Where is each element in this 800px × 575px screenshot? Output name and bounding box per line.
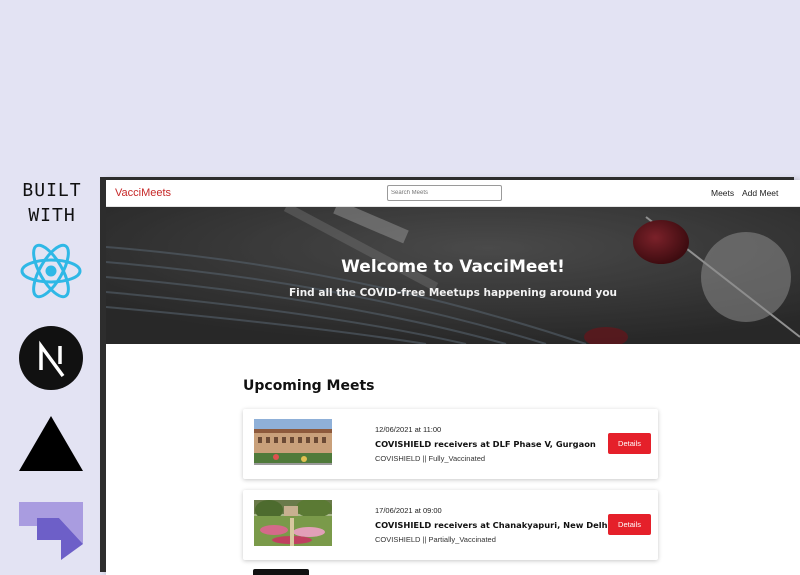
vercel-logo-icon: [19, 416, 83, 471]
hero-subtitle: Find all the COVID-free Meetups happenin…: [288, 287, 618, 299]
nav-link-add-meet[interactable]: Add Meet: [742, 188, 778, 198]
details-button[interactable]: Details: [608, 514, 651, 535]
hero-title: Welcome to VacciMeet!: [341, 257, 565, 277]
meet-tags: COVISHIELD || Partially_Vaccinated: [375, 535, 496, 544]
app-window: VacciMeets Meets Add Meet: [106, 180, 800, 575]
meet-datetime: 17/06/2021 at 09:00: [375, 506, 442, 515]
nextjs-logo-icon: [19, 326, 83, 390]
meet-datetime: 12/06/2021 at 11:00: [375, 425, 442, 434]
brand-link[interactable]: VacciMeets: [115, 187, 171, 199]
meet-title: COVISHIELD receivers at DLF Phase V, Gur…: [375, 439, 596, 449]
built-with-line-2: WITH: [28, 205, 76, 226]
meet-card: 12/06/2021 at 11:00 COVISHIELD receivers…: [243, 409, 658, 479]
search-input[interactable]: [387, 185, 502, 201]
nav-link-meets[interactable]: Meets: [711, 188, 734, 198]
section-title: Upcoming Meets: [243, 378, 375, 394]
built-with-line-1: BUILT: [22, 180, 82, 201]
hero-banner: Welcome to VacciMeet! Find all the COVID…: [106, 207, 800, 344]
meet-thumbnail-image: [254, 500, 332, 546]
meet-title: COVISHIELD receivers at Chanakyapuri, Ne…: [375, 520, 611, 530]
next-card-image-peek: [253, 569, 309, 575]
prisma-logo-icon: [19, 502, 83, 560]
meet-tags: COVISHIELD || Fully_Vaccinated: [375, 454, 486, 463]
meet-card: 17/06/2021 at 09:00 COVISHIELD receivers…: [243, 490, 658, 560]
details-button[interactable]: Details: [608, 433, 651, 454]
react-logo-icon: [20, 243, 82, 299]
meet-thumbnail-image: [254, 419, 332, 465]
built-with-label: BUILT WITH: [14, 178, 90, 228]
navbar: VacciMeets Meets Add Meet: [106, 180, 800, 207]
